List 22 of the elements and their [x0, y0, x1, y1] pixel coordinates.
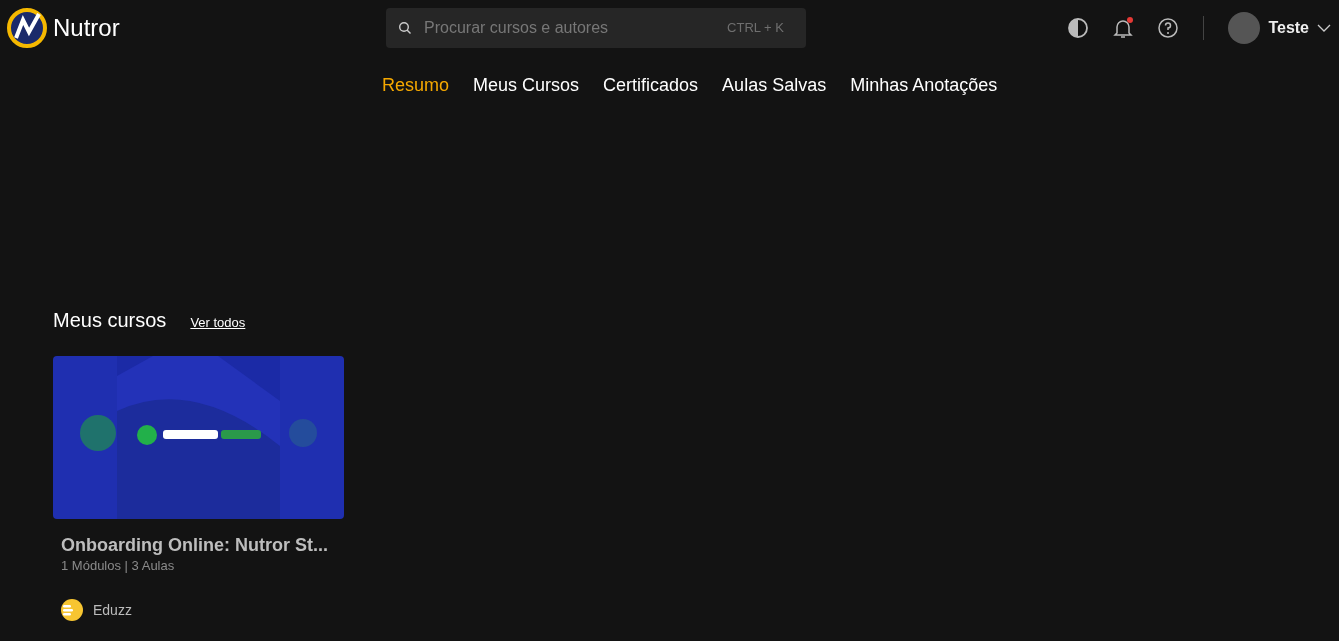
nav-tab[interactable]: Certificados [603, 74, 699, 96]
avatar-icon [1228, 11, 1261, 44]
help-icon[interactable] [1157, 16, 1180, 39]
view-all-link[interactable]: Ver todos [190, 315, 246, 330]
brand-name: Nutror [53, 13, 120, 42]
contrast-icon[interactable] [1067, 16, 1090, 39]
nav-tab[interactable]: Minhas Anotações [850, 74, 998, 96]
course-title[interactable]: Onboarding Online: Nutror St... [61, 535, 344, 556]
chevron-icon [1317, 23, 1331, 32]
nav-tab[interactable]: Aulas Salvas [722, 74, 827, 96]
nav-tab[interactable]: Resumo [382, 74, 450, 96]
nav-tab[interactable]: Meus Cursos [473, 74, 580, 96]
section-title: Meus cursos [53, 309, 167, 332]
search-icon [398, 20, 412, 35]
shortcut-hint: CTRL + K [727, 20, 784, 35]
bell-icon[interactable] [1111, 15, 1136, 40]
producer-logo-icon [61, 599, 83, 621]
user-menu[interactable]: Teste [1228, 11, 1331, 44]
logo-icon [7, 7, 47, 48]
search-input[interactable]: Procurar cursos e autores [422, 17, 718, 38]
course-meta: 1 Módulos | 3 Aulas [61, 558, 176, 573]
producer-name: Eduzz [93, 602, 132, 618]
